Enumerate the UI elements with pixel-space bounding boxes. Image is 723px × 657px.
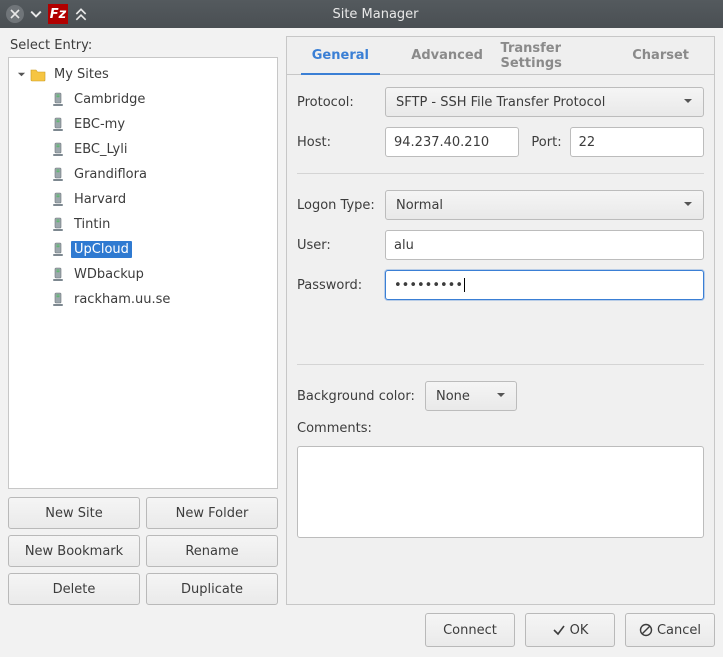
password-input[interactable]: •••••••••	[385, 270, 704, 300]
password-label: Password:	[297, 278, 377, 293]
expand-toggle[interactable]	[13, 70, 29, 79]
tree-root-label: My Sites	[51, 66, 112, 83]
site-entry[interactable]: Grandiflora	[9, 162, 277, 187]
site-entry[interactable]: WDbackup	[9, 262, 277, 287]
server-icon	[49, 266, 67, 284]
server-icon	[49, 191, 67, 209]
logon-type-value: Normal	[396, 198, 443, 213]
site-label: Tintin	[71, 216, 113, 233]
site-entry[interactable]: UpCloud	[9, 237, 277, 262]
tab-advanced[interactable]: Advanced	[394, 37, 501, 74]
chevron-down-icon	[496, 389, 506, 404]
site-entry[interactable]: Harvard	[9, 187, 277, 212]
server-icon	[49, 216, 67, 234]
chevron-down-icon	[30, 8, 42, 20]
server-icon	[49, 116, 67, 134]
comments-label: Comments:	[297, 421, 704, 436]
server-icon	[49, 241, 67, 259]
protocol-label: Protocol:	[297, 95, 377, 110]
close-icon	[10, 9, 20, 19]
delete-button[interactable]: Delete	[8, 573, 140, 605]
server-icon	[49, 141, 67, 159]
divider	[297, 364, 704, 365]
titlebar: Fz Site Manager	[0, 0, 723, 28]
site-label: EBC-my	[71, 116, 128, 133]
ok-button[interactable]: OK	[525, 613, 615, 647]
bgcolor-dropdown[interactable]: None	[425, 381, 517, 411]
tree-root-my-sites[interactable]: My Sites	[9, 62, 277, 87]
port-label: Port:	[531, 135, 561, 150]
site-tree[interactable]: My Sites Cambridge EBC-my EBC_Lyli Grandiflo…	[8, 57, 278, 489]
chevron-down-icon	[683, 95, 693, 110]
content-area: Select Entry: My Sites Cambridge EBC-my EBC…	[0, 28, 723, 657]
comments-textarea[interactable]	[297, 446, 704, 538]
tab-general[interactable]: General	[287, 37, 394, 74]
bottom-bar: Connect OK Cancel	[8, 613, 715, 647]
connect-button[interactable]: Connect	[425, 613, 515, 647]
site-label: rackham.uu.se	[71, 291, 173, 308]
left-column: Select Entry: My Sites Cambridge EBC-my EBC…	[8, 36, 278, 605]
user-label: User:	[297, 238, 377, 253]
tab-transfer-settings[interactable]: Transfer Settings	[501, 37, 608, 74]
host-input[interactable]: 94.237.40.210	[385, 127, 519, 157]
host-label: Host:	[297, 135, 377, 150]
tree-actions: New Site New Folder New Bookmark Rename …	[8, 497, 278, 605]
window-menu-button[interactable]	[30, 8, 42, 20]
site-entry[interactable]: Cambridge	[9, 87, 277, 112]
site-entry[interactable]: EBC_Lyli	[9, 137, 277, 162]
server-icon	[49, 291, 67, 309]
cancel-icon	[639, 623, 653, 637]
logon-type-label: Logon Type:	[297, 198, 377, 213]
site-entry[interactable]: EBC-my	[9, 112, 277, 137]
duplicate-button[interactable]: Duplicate	[146, 573, 278, 605]
window-minimize-button[interactable]	[74, 7, 88, 21]
general-form: Protocol: SFTP - SSH File Transfer Proto…	[287, 75, 714, 550]
site-entry[interactable]: Tintin	[9, 212, 277, 237]
site-label: EBC_Lyli	[71, 141, 130, 158]
logon-type-dropdown[interactable]: Normal	[385, 190, 704, 220]
site-manager-window: Fz Site Manager Select Entry: My Sites Ca…	[0, 0, 723, 657]
text-cursor	[464, 278, 465, 292]
window-close-button[interactable]	[6, 5, 24, 23]
window-title: Site Manager	[94, 7, 717, 22]
new-folder-button[interactable]: New Folder	[146, 497, 278, 529]
site-label: UpCloud	[71, 241, 132, 258]
port-input[interactable]: 22	[570, 127, 704, 157]
cancel-button[interactable]: Cancel	[625, 613, 715, 647]
app-icon: Fz	[48, 4, 68, 24]
tab-charset[interactable]: Charset	[607, 37, 714, 74]
chevron-double-up-icon	[74, 7, 88, 21]
new-site-button[interactable]: New Site	[8, 497, 140, 529]
site-label: Harvard	[71, 191, 129, 208]
bgcolor-label: Background color:	[297, 389, 417, 404]
site-label: Cambridge	[71, 91, 148, 108]
server-icon	[49, 166, 67, 184]
protocol-dropdown[interactable]: SFTP - SSH File Transfer Protocol	[385, 87, 704, 117]
rename-button[interactable]: Rename	[146, 535, 278, 567]
user-input[interactable]: alu	[385, 230, 704, 260]
chevron-down-icon	[683, 198, 693, 213]
bgcolor-value: None	[436, 389, 470, 404]
new-bookmark-button[interactable]: New Bookmark	[8, 535, 140, 567]
site-entry[interactable]: rackham.uu.se	[9, 287, 277, 312]
site-label: WDbackup	[71, 266, 147, 283]
check-icon	[552, 623, 566, 637]
divider	[297, 173, 704, 174]
server-icon	[49, 91, 67, 109]
select-entry-label: Select Entry:	[10, 38, 278, 53]
site-label: Grandiflora	[71, 166, 150, 183]
folder-icon	[29, 66, 47, 84]
right-column: General Advanced Transfer Settings Chars…	[286, 36, 715, 605]
protocol-value: SFTP - SSH File Transfer Protocol	[396, 95, 605, 110]
tab-bar: General Advanced Transfer Settings Chars…	[287, 37, 714, 75]
